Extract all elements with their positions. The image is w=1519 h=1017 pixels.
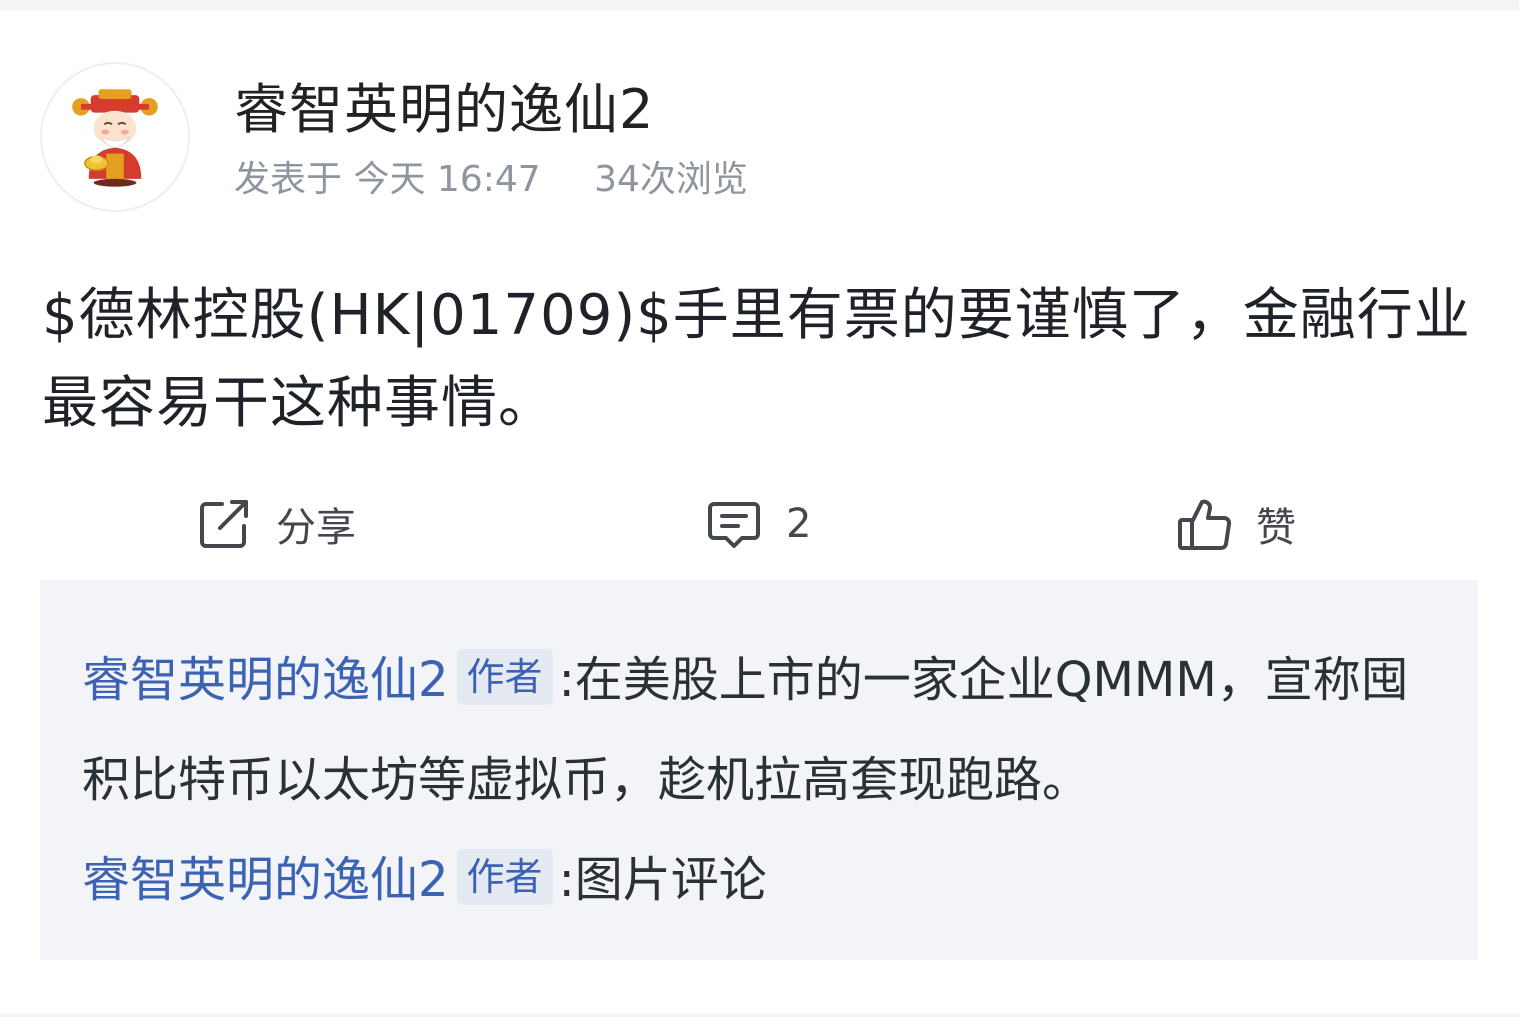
post-meta: 发表于 今天 16:47 34次浏览 xyxy=(234,158,748,202)
like-label: 赞 xyxy=(1256,505,1296,551)
post-content: $德林控股(HK|01709)$手里有票的要谨慎了，金融行业最容易干这种事情。 xyxy=(42,283,1471,436)
posted-time: 今天 16:47 xyxy=(353,159,541,200)
comment-text[interactable]: :图片评论 xyxy=(559,852,767,908)
author-badge: 作者 xyxy=(456,849,553,905)
posted-prefix: 发表于 xyxy=(234,159,343,200)
view-count: 34次浏览 xyxy=(594,159,748,200)
share-label: 分享 xyxy=(276,505,356,551)
post-card: 睿智英明的逸仙2 发表于 今天 16:47 34次浏览 $德林控股(HK|017… xyxy=(0,10,1519,1014)
author-badge: 作者 xyxy=(456,649,553,705)
author-name[interactable]: 睿智英明的逸仙2 xyxy=(234,78,654,142)
action-bar: 分享 2 赞 xyxy=(0,486,1519,562)
comments-box: 睿智英明的逸仙2 作者:在美股上市的一家企业QMMM，宣称囤积比特币以太坊等虚拟币… xyxy=(40,580,1478,960)
comment-author[interactable]: 睿智英明的逸仙2 xyxy=(82,852,449,908)
comment-button[interactable]: 2 xyxy=(704,486,811,562)
comment-item: 睿智英明的逸仙2 作者:在美股上市的一家企业QMMM，宣称囤积比特币以太坊等虚拟币… xyxy=(82,630,1432,830)
comment-author[interactable]: 睿智英明的逸仙2 xyxy=(82,652,449,708)
avatar[interactable] xyxy=(40,62,190,212)
share-button[interactable]: 分享 xyxy=(194,486,356,562)
comment-item: 睿智英明的逸仙2 作者:图片评论 xyxy=(82,830,1432,930)
like-button[interactable]: 赞 xyxy=(1174,486,1296,562)
avatar-god-of-wealth-icon xyxy=(72,89,158,187)
thumbs-up-icon xyxy=(1178,499,1232,550)
share-icon xyxy=(200,500,248,548)
comment-icon xyxy=(708,502,760,548)
comment-count: 2 xyxy=(786,501,812,547)
